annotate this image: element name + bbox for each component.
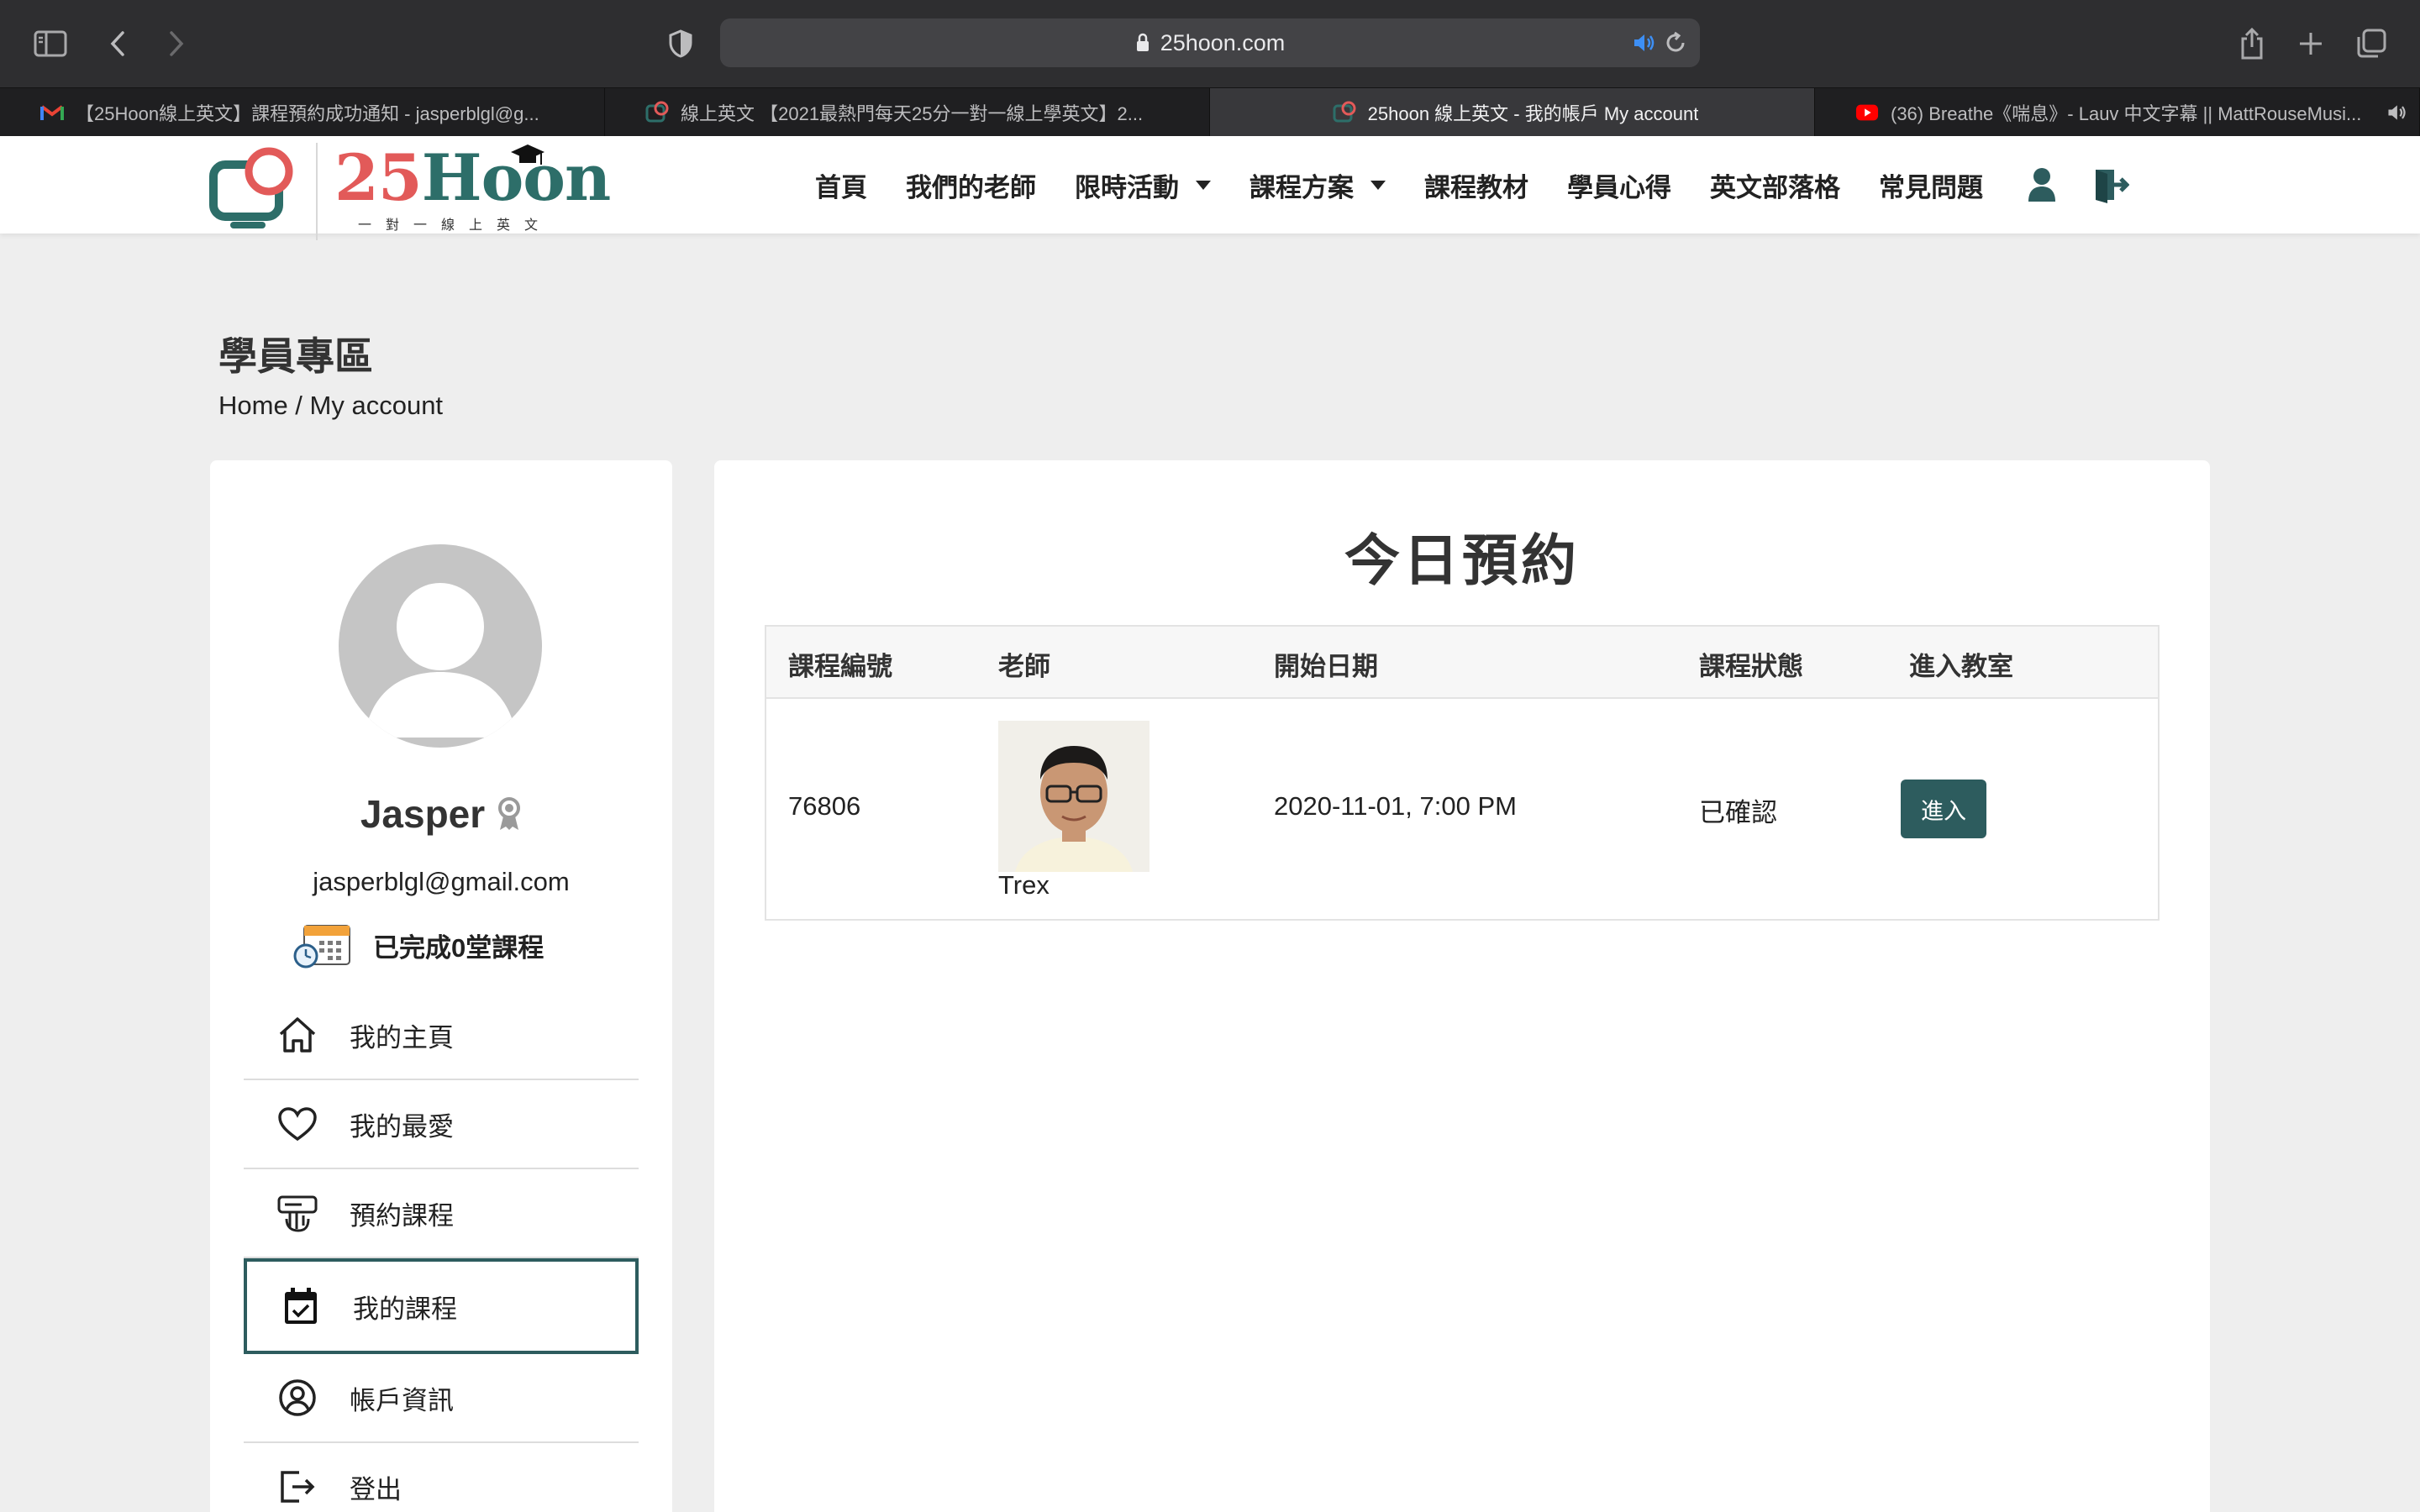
back-icon[interactable]: [92, 18, 143, 69]
start-date: 2020-11-01, 7:00 PM: [1274, 791, 1517, 821]
logo-text: 25Hoon: [334, 140, 611, 215]
page-title: 學員專區: [218, 334, 373, 378]
account-menu: 我的主頁 我的最愛 預約課程 我的課程 帳戶資訊 登出: [244, 991, 639, 1512]
browser-toolbar: 25hoon.com: [0, 0, 2420, 87]
course-id: 76806: [788, 791, 861, 821]
home-icon: [276, 1013, 319, 1057]
25hoon-icon: [1333, 101, 1356, 124]
award-badge-icon: [497, 796, 522, 832]
breadcrumb[interactable]: Home / My account: [218, 391, 443, 421]
profile-email: jasperblgl@gmail.com: [313, 867, 570, 896]
lock-icon: [1135, 33, 1150, 53]
nav-promotions[interactable]: 限時活動: [1075, 166, 1211, 204]
browser-tab-gmail[interactable]: 【25Hoon線上英文】課程預約成功通知 - jasperblgl@g...: [0, 88, 605, 137]
heart-icon: [276, 1102, 319, 1146]
menu-item-favorites[interactable]: 我的最愛: [244, 1080, 639, 1169]
logout-icon: [276, 1465, 319, 1509]
calendar-clock-icon: [293, 925, 350, 969]
youtube-icon: [1855, 101, 1879, 124]
site-logo[interactable]: 25Hoon 一對一線上英文: [208, 140, 612, 240]
teacher-photo[interactable]: [998, 721, 1150, 872]
logout-icon[interactable]: [2091, 165, 2131, 205]
nav-home[interactable]: 首頁: [815, 166, 867, 204]
main-nav: 首頁 我們的老師 限時活動 課程方案 課程教材 學員心得 英文部落格 常見問題: [815, 136, 2160, 234]
avatar: [339, 544, 542, 748]
share-icon[interactable]: [2227, 18, 2277, 69]
enter-classroom-button[interactable]: 進入: [1901, 780, 1986, 838]
address-bar[interactable]: 25hoon.com: [720, 18, 1700, 67]
nav-faq[interactable]: 常見問題: [1879, 166, 1983, 204]
25hoon-icon: [645, 101, 669, 124]
nav-teachers[interactable]: 我們的老師: [906, 166, 1036, 204]
teacher-name[interactable]: Trex: [998, 870, 1050, 900]
calendar-check-icon: [279, 1284, 323, 1328]
completed-lessons: 已完成0堂課程: [292, 921, 544, 969]
booking-icon: [276, 1191, 319, 1235]
site-header: 25Hoon 一對一線上英文 首頁 我們的老師 限時活動 課程方案 課程教材 學…: [0, 136, 2420, 240]
browser-tab-youtube[interactable]: (36) Breathe《喘息》- Lauv 中文字幕 || MattRouse…: [1815, 88, 2420, 137]
gmail-icon: [40, 101, 64, 124]
profile-sidebar: Jasper jasperblgl@gmail.com 已完成0堂課程 我的主頁…: [210, 460, 672, 1512]
default-avatar-icon: [364, 583, 517, 738]
sidebar-toggle-icon[interactable]: [25, 18, 76, 69]
table-header: 課程編號 老師 開始日期 課程狀態 進入教室: [766, 627, 2158, 699]
logo-mark-icon: [209, 147, 293, 228]
menu-item-home[interactable]: 我的主頁: [244, 991, 639, 1080]
bookings-table: 課程編號 老師 開始日期 課程狀態 進入教室 76806 Trex 2020-1…: [765, 625, 2160, 921]
menu-item-logout[interactable]: 登出: [244, 1443, 639, 1512]
col-course-id: 課程編號: [788, 652, 892, 681]
user-icon[interactable]: [2022, 165, 2062, 205]
col-teacher: 老師: [998, 652, 1050, 681]
logo-divider: [316, 143, 318, 240]
col-enter-room: 進入教室: [1909, 652, 2013, 681]
graduation-cap-icon: [511, 144, 544, 165]
col-start-date: 開始日期: [1274, 652, 1378, 681]
caret-down-icon: [1196, 180, 1211, 190]
browser-tab-my-account[interactable]: 25hoon 線上英文 - 我的帳戶 My account: [1210, 88, 1815, 137]
logo-subtitle: 一對一線上英文: [358, 218, 553, 233]
caret-down-icon: [1370, 180, 1386, 190]
nav-materials[interactable]: 課程教材: [1424, 166, 1528, 204]
tab-overview-icon[interactable]: [2346, 18, 2396, 69]
new-tab-icon[interactable]: [2286, 18, 2336, 69]
nav-blog[interactable]: 英文部落格: [1710, 166, 1840, 204]
menu-item-my-courses[interactable]: 我的課程: [244, 1258, 639, 1354]
table-row: 76806 Trex 2020-11-01, 7:00 PM 已確認 進入: [766, 699, 2158, 921]
forward-icon[interactable]: [151, 18, 202, 69]
section-title: 今日預約: [1344, 529, 1580, 591]
main-content: 今日預約 課程編號 老師 開始日期 課程狀態 進入教室 76806 Trex 2…: [714, 460, 2210, 1512]
reload-icon[interactable]: [1663, 30, 1688, 61]
status-badge: 已確認: [1699, 798, 1777, 827]
speaker-icon[interactable]: [1631, 30, 1656, 61]
url-text: 25hoon.com: [1160, 29, 1286, 55]
nav-plans[interactable]: 課程方案: [1249, 166, 1386, 204]
user-circle-icon: [276, 1376, 319, 1420]
tab-bar: 【25Hoon線上英文】課程預約成功通知 - jasperblgl@g... 線…: [0, 87, 2420, 137]
menu-item-booking[interactable]: 預約課程: [244, 1169, 639, 1258]
browser-tab-25hoon-home[interactable]: 線上英文 【2021最熱門每天25分一對一線上學英文】2...: [605, 88, 1210, 137]
privacy-shield-icon[interactable]: [655, 18, 706, 69]
col-status: 課程狀態: [1699, 652, 1803, 681]
menu-item-account-info[interactable]: 帳戶資訊: [244, 1354, 639, 1443]
tab-speaker-icon[interactable]: [2386, 102, 2407, 129]
teacher-portrait-icon: [998, 721, 1150, 872]
nav-testimonials[interactable]: 學員心得: [1567, 166, 1671, 204]
profile-name: Jasper: [210, 791, 672, 837]
